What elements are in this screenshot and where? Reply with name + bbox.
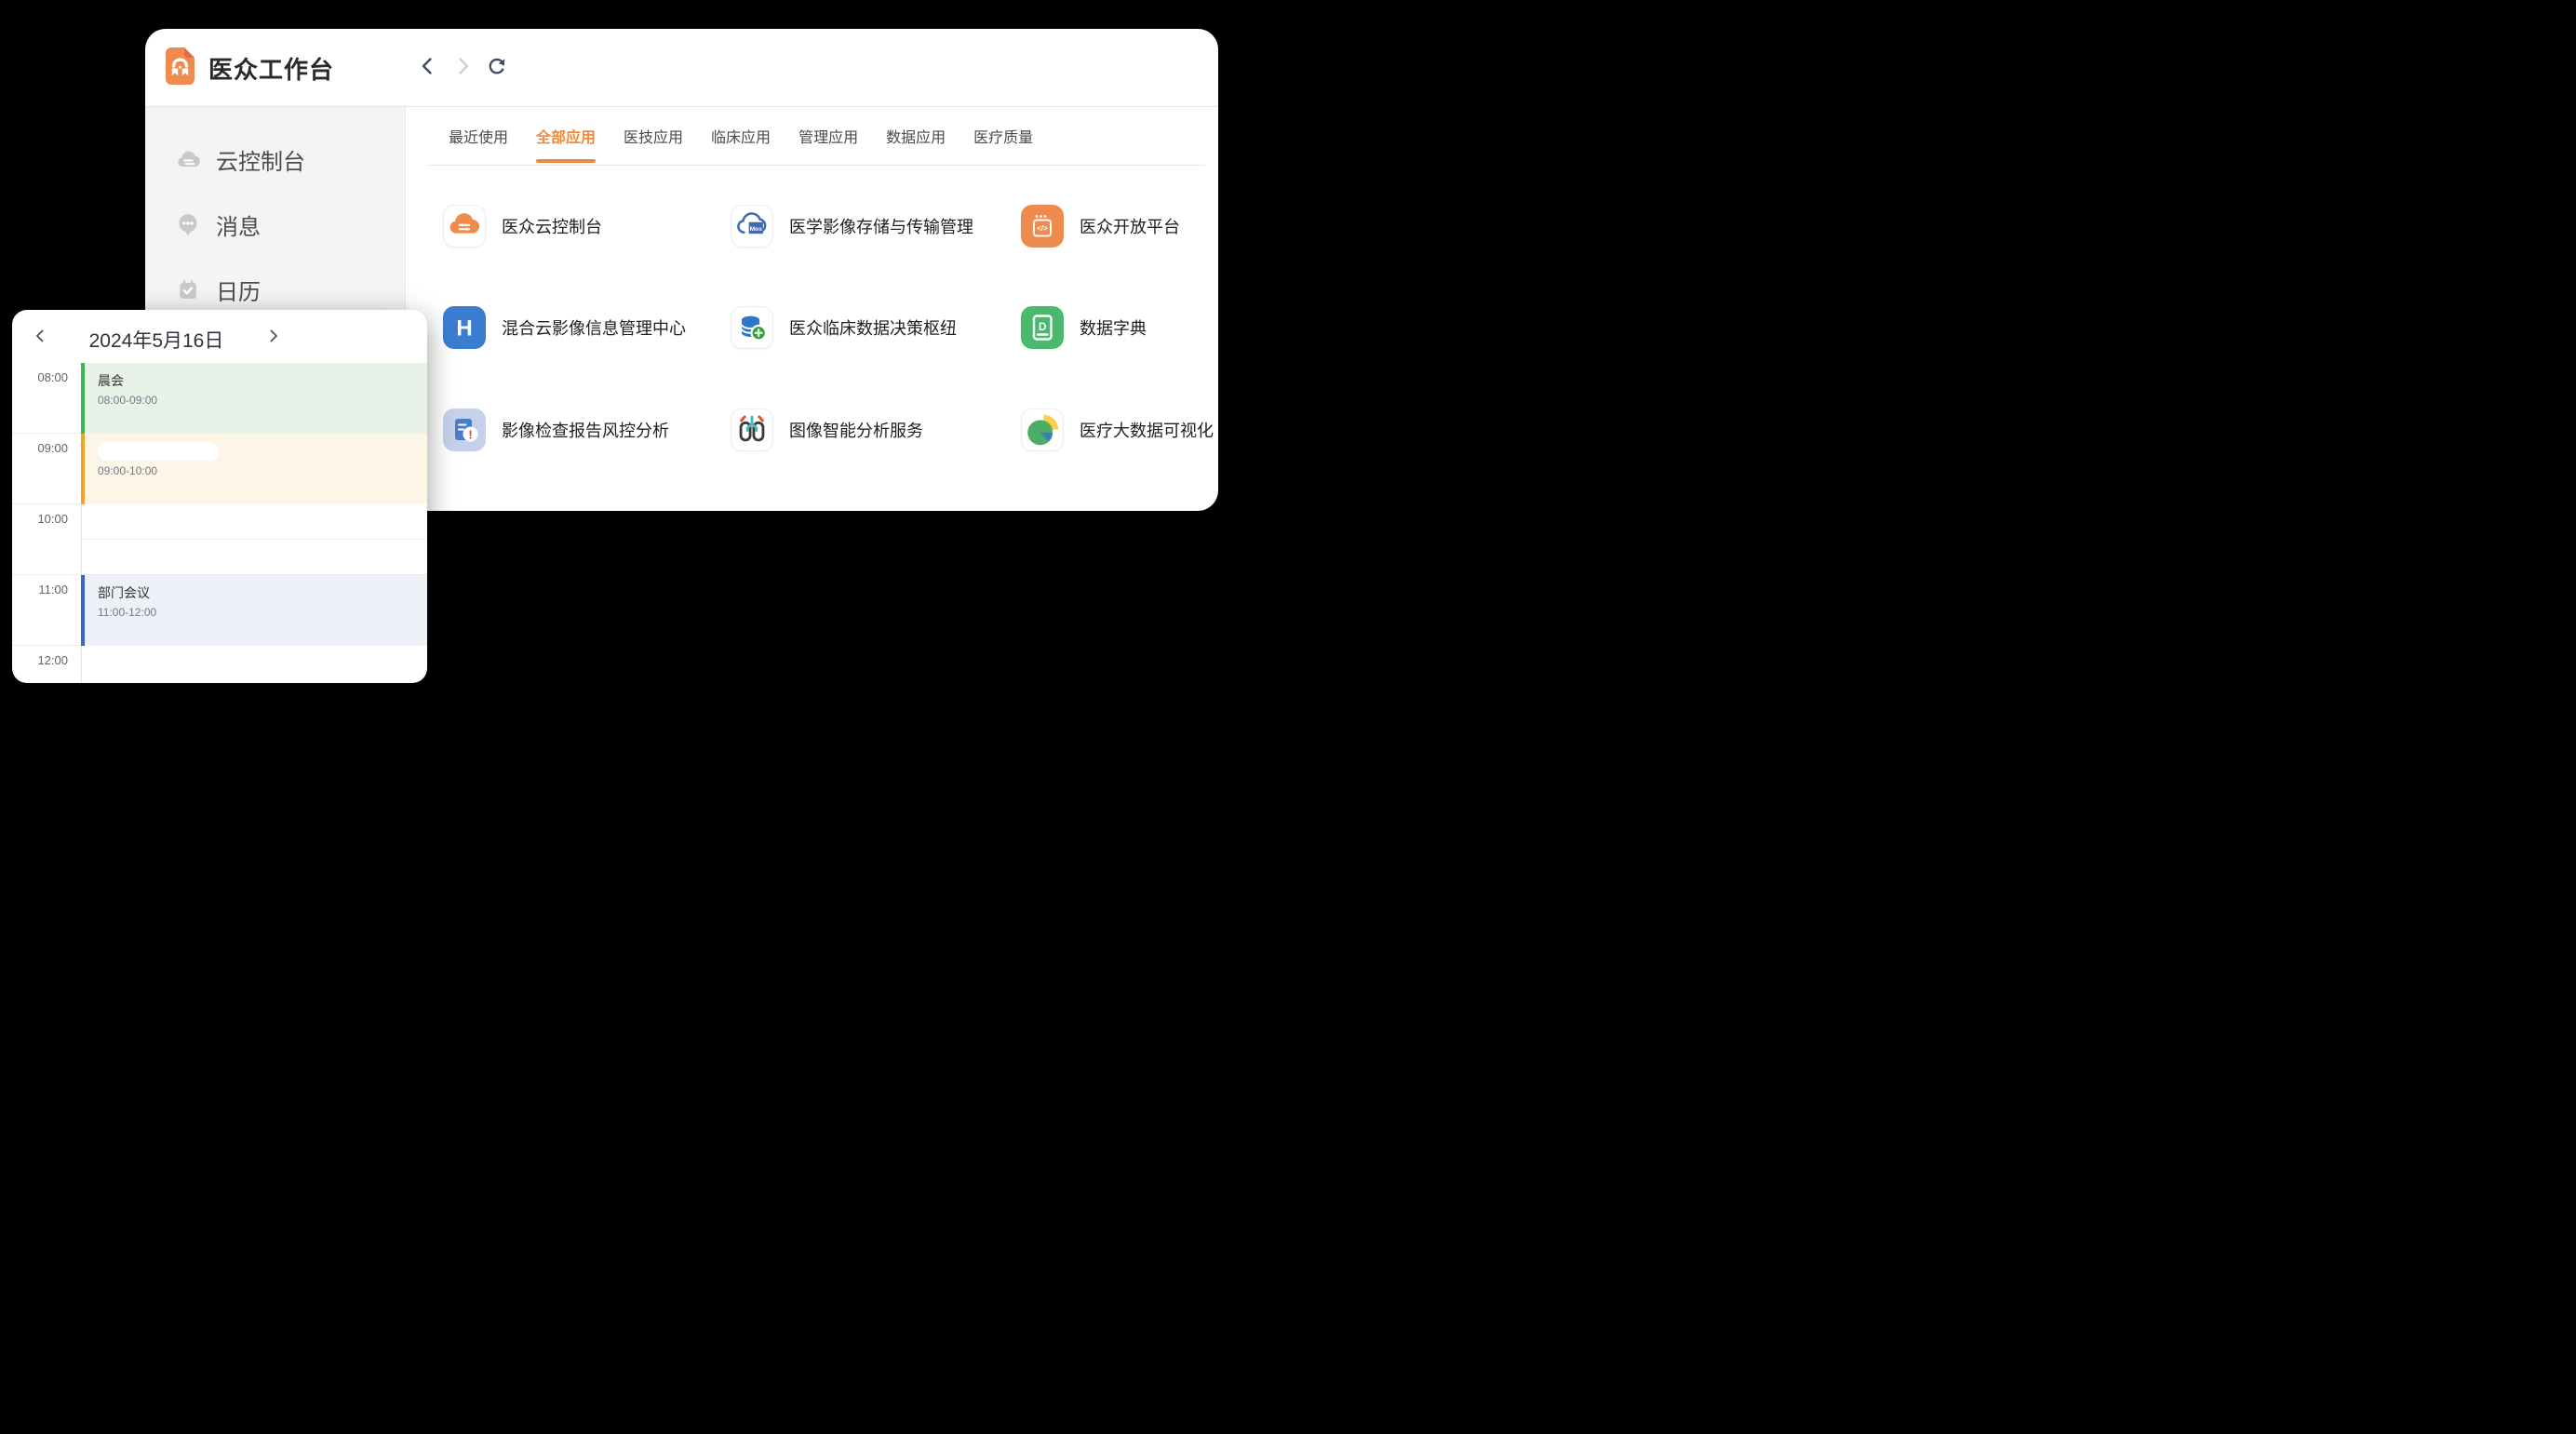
sidebar-item-messages[interactable]: 消息 <box>145 192 405 257</box>
svg-text:H: H <box>456 316 472 342</box>
app-label: 影像检查报告风控分析 <box>502 418 669 442</box>
calendar-icon <box>175 276 201 302</box>
sidebar-item-label: 消息 <box>216 208 261 241</box>
event-time: 09:00-10:00 <box>98 464 157 477</box>
pie-chart-icon <box>1021 409 1064 451</box>
cloud-settings-icon <box>443 205 486 248</box>
database-plus-icon <box>731 306 773 349</box>
open-platform-code-icon: </> <box>1021 205 1064 248</box>
event-time: 11:00-12:00 <box>98 606 156 619</box>
time-label: 12:00 <box>12 653 68 667</box>
lungs-icon <box>731 409 773 451</box>
app-label: 混合云影像信息管理中心 <box>502 315 686 340</box>
nav-buttons <box>417 55 508 77</box>
tab-data[interactable]: 数据应用 <box>886 107 946 165</box>
svg-text:!: ! <box>468 427 472 441</box>
calendar-date-label: 2024年5月16日 <box>77 326 235 354</box>
app-logo-icon <box>166 47 195 85</box>
sidebar-item-label: 云控制台 <box>216 143 305 176</box>
tab-clinical[interactable]: 临床应用 <box>711 107 771 165</box>
window-header: 医众工作台 <box>145 29 1218 106</box>
back-button[interactable] <box>417 55 439 77</box>
calendar-event-morning-meeting[interactable]: 晨会 08:00-09:00 <box>81 363 427 434</box>
hour-row <box>12 646 427 683</box>
half-hour-line <box>82 539 427 540</box>
calendar-event-department-meeting[interactable]: 部门会议 11:00-12:00 <box>81 575 427 646</box>
app-label: 医学影像存储与传输管理 <box>789 214 973 238</box>
svg-text:D: D <box>1039 320 1047 333</box>
sidebar-item-label: 日历 <box>216 274 261 306</box>
dictionary-book-icon: D <box>1021 306 1064 349</box>
message-icon <box>175 211 201 237</box>
app-label: 医众云控制台 <box>502 214 602 238</box>
calendar-next-button[interactable] <box>262 325 285 347</box>
time-label: 11:00 <box>12 583 68 596</box>
tab-management[interactable]: 管理应用 <box>798 107 858 165</box>
svg-text:Mos: Mos <box>750 226 763 233</box>
screen: 医众工作台 <box>0 0 1288 717</box>
app-big-data-visualization[interactable]: 医疗大数据可视化 <box>1021 409 1214 451</box>
cloud-icon <box>175 146 201 172</box>
window-title: 医众工作台 <box>208 51 334 86</box>
calendar-header: 2024年5月16日 <box>12 310 427 363</box>
cloud-storage-icon: Mos <box>731 205 773 248</box>
calendar-panel: 2024年5月16日 08:00 09:00 10:00 11:00 12:00… <box>12 310 427 683</box>
app-image-storage[interactable]: Mos 医学影像存储与传输管理 <box>731 205 973 248</box>
app-cloud-console[interactable]: 医众云控制台 <box>443 205 602 248</box>
sidebar-item-cloud-console[interactable]: 云控制台 <box>145 127 405 192</box>
forward-button[interactable] <box>451 55 474 77</box>
app-label: 数据字典 <box>1080 315 1147 340</box>
app-clinical-data-hub[interactable]: 医众临床数据决策枢纽 <box>731 306 957 349</box>
tab-all-apps[interactable]: 全部应用 <box>536 107 596 165</box>
tab-bar: 最近使用 全部应用 医技应用 临床应用 管理应用 数据应用 医疗质量 <box>428 107 1205 166</box>
content-area: 最近使用 全部应用 医技应用 临床应用 管理应用 数据应用 医疗质量 <box>406 107 1218 511</box>
refresh-button[interactable] <box>486 55 508 77</box>
app-label: 医众开放平台 <box>1080 214 1180 238</box>
report-warning-icon: ! <box>443 409 486 451</box>
event-title: 晨会 <box>98 371 124 390</box>
time-label: 09:00 <box>12 441 68 455</box>
app-label: 医众临床数据决策枢纽 <box>789 315 957 340</box>
tab-quality[interactable]: 医疗质量 <box>973 107 1033 165</box>
event-title: 部门会议 <box>98 583 150 602</box>
app-open-platform[interactable]: </> 医众开放平台 <box>1021 205 1180 248</box>
app-report-risk-analysis[interactable]: ! 影像检查报告风控分析 <box>443 409 669 451</box>
tab-medtech[interactable]: 医技应用 <box>624 107 683 165</box>
calendar-prev-button[interactable] <box>29 325 51 347</box>
app-data-dictionary[interactable]: D 数据字典 <box>1021 306 1147 349</box>
hour-row <box>12 504 427 575</box>
app-grid: 医众云控制台 Mos 医学影像存储与传输管理 <box>428 166 1205 511</box>
time-label: 08:00 <box>12 370 68 384</box>
time-label: 10:00 <box>12 512 68 526</box>
tab-recent[interactable]: 最近使用 <box>449 107 508 165</box>
calendar-day-view[interactable]: 08:00 09:00 10:00 11:00 12:00 晨会 08:00-0… <box>12 363 427 683</box>
svg-text:</>: </> <box>1037 224 1048 233</box>
app-image-ai-analysis[interactable]: 图像智能分析服务 <box>731 409 923 451</box>
app-label: 医疗大数据可视化 <box>1080 418 1214 442</box>
app-hybrid-cloud-imaging[interactable]: H 混合云影像信息管理中心 <box>443 306 686 349</box>
app-label: 图像智能分析服务 <box>789 418 923 442</box>
calendar-event-redacted[interactable]: 09:00-10:00 <box>81 434 427 504</box>
letter-h-icon: H <box>443 306 486 349</box>
redacted-event-title <box>98 442 219 461</box>
event-time: 08:00-09:00 <box>98 394 157 407</box>
